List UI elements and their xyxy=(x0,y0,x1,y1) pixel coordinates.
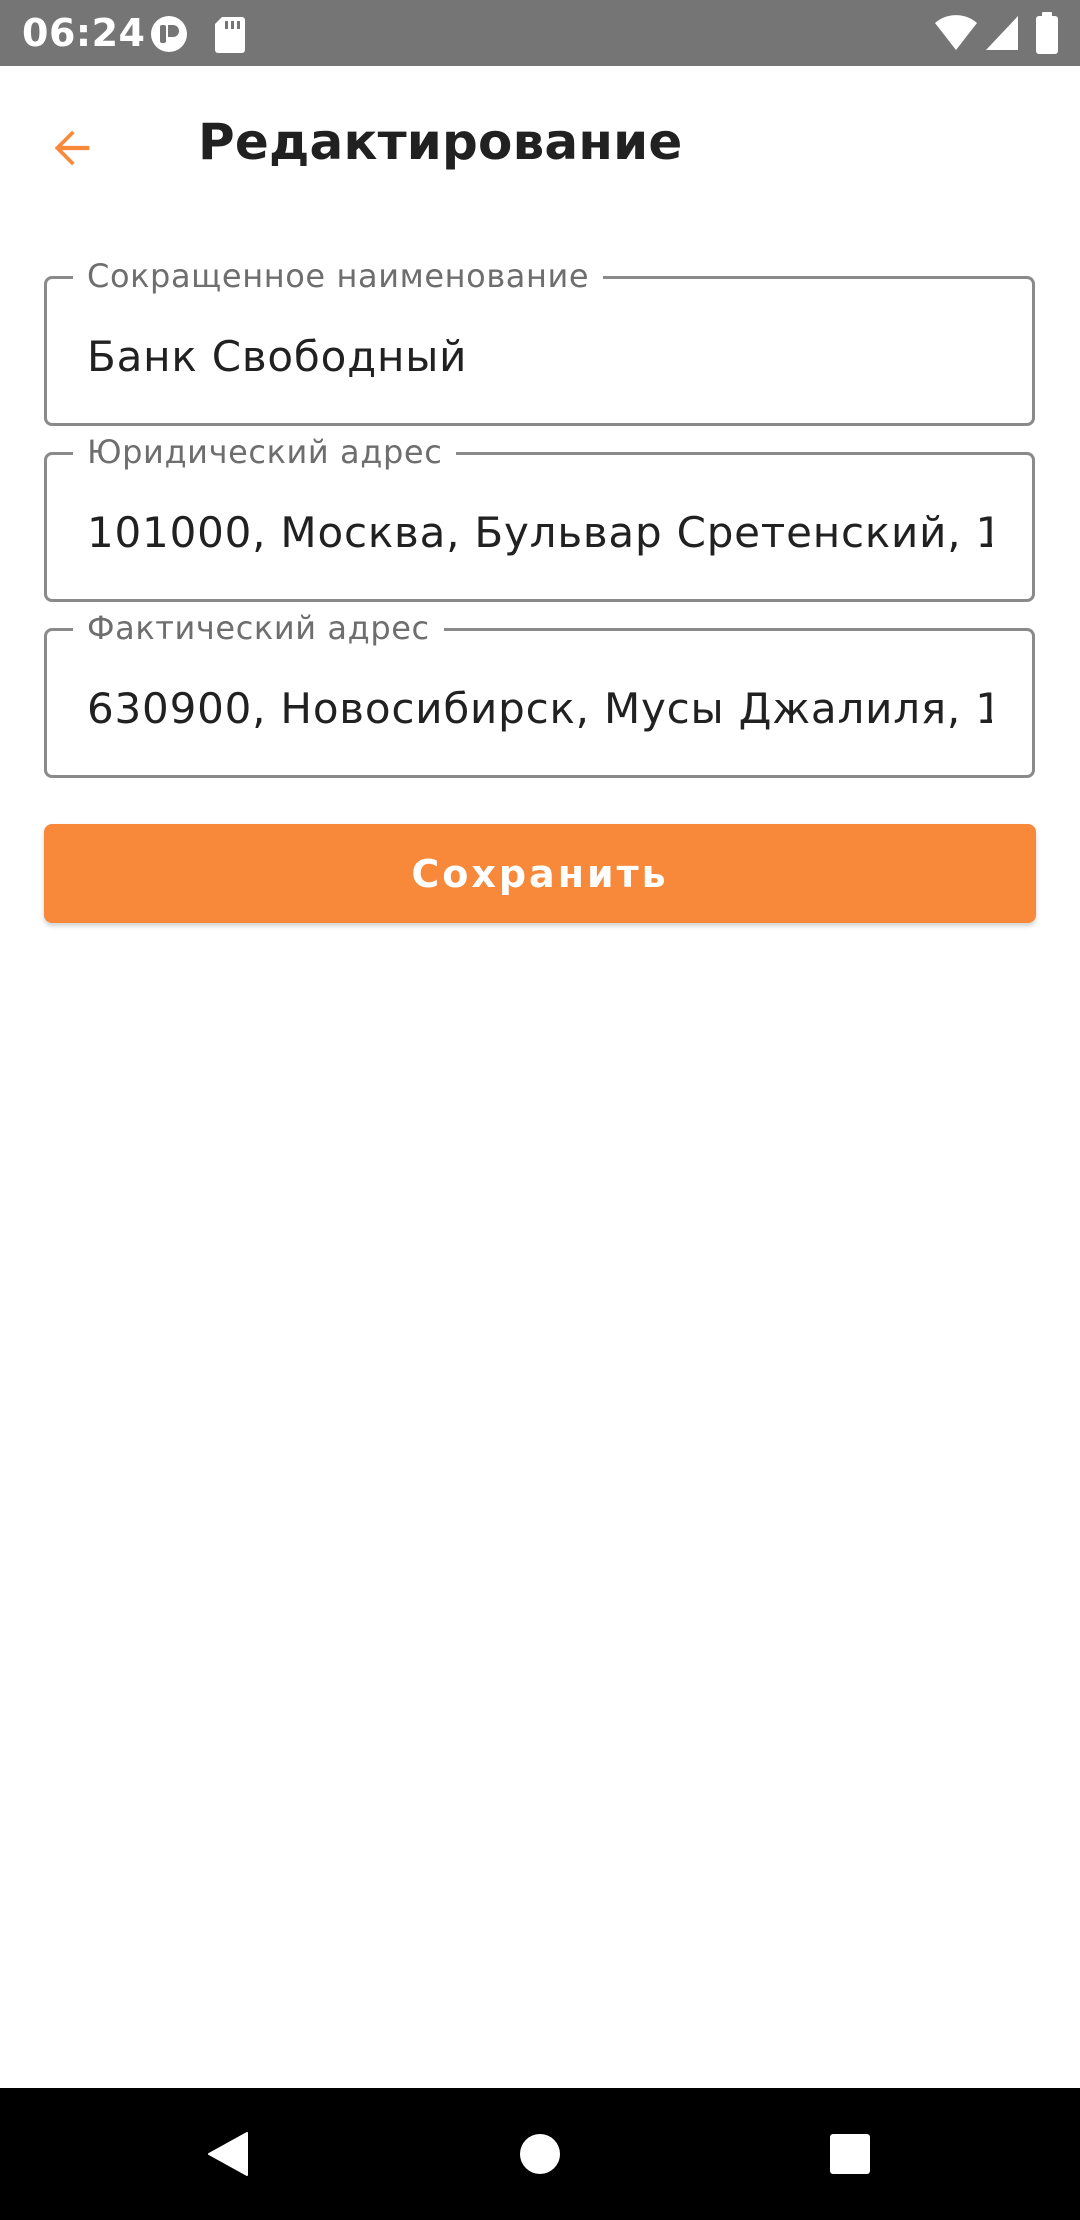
legal-address-field: Юридический адрес xyxy=(44,433,1035,602)
notification-icon xyxy=(151,16,187,52)
actual-address-input[interactable] xyxy=(87,681,992,737)
wifi-icon xyxy=(935,15,977,50)
battery-icon xyxy=(1036,12,1058,54)
page-title: Редактирование xyxy=(198,113,683,171)
arrow-back-icon xyxy=(54,130,90,166)
actual-address-field: Фактический адрес xyxy=(44,609,1035,778)
back-triangle-icon xyxy=(208,2132,248,2176)
actual-address-label: Фактический адрес xyxy=(73,609,444,647)
save-button-label: Сохранить xyxy=(411,851,669,896)
status-time: 06:24 xyxy=(22,11,146,55)
app-bar: Редактирование xyxy=(0,66,1080,226)
navigation-bar xyxy=(0,2088,1080,2220)
nav-recents-button[interactable] xyxy=(810,2114,890,2194)
recents-square-icon xyxy=(830,2134,870,2174)
signal-icon xyxy=(986,16,1018,50)
short-name-label: Сокращенное наименование xyxy=(73,257,604,295)
home-circle-icon xyxy=(520,2134,560,2174)
status-bar: 06:24 xyxy=(0,0,1080,66)
nav-back-button[interactable] xyxy=(188,2114,268,2194)
legal-address-input[interactable] xyxy=(87,505,992,561)
short-name-field: Сокращенное наименование xyxy=(44,257,1035,426)
legal-address-label: Юридический адрес xyxy=(73,433,457,471)
short-name-input[interactable] xyxy=(87,329,992,385)
save-button[interactable]: Сохранить xyxy=(44,824,1036,923)
nav-home-button[interactable] xyxy=(500,2114,580,2194)
sd-card-icon xyxy=(215,17,245,53)
back-button[interactable] xyxy=(36,112,108,184)
